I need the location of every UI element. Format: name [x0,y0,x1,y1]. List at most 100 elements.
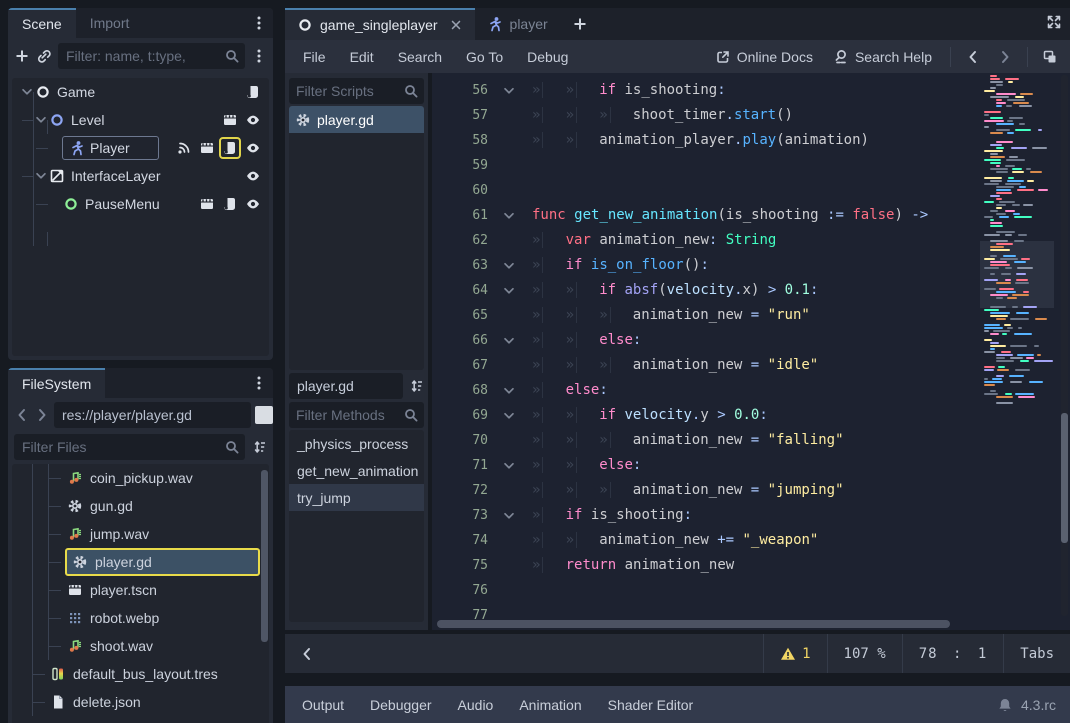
bottom-tab-shader-editor[interactable]: Shader Editor [595,697,707,713]
scene-tab-game_singleplayer[interactable]: game_singleplayer [285,8,475,40]
method-item-get_new_animation[interactable]: get_new_animation [289,457,424,484]
fold-arrow-icon[interactable] [502,278,532,303]
history-forward-icon[interactable] [34,407,50,423]
scene-tree-menu-icon[interactable] [251,48,267,64]
online-docs-button[interactable]: Online Docs [705,49,823,65]
method-item-_physics_process[interactable]: _physics_process [289,430,424,457]
fold-arrow-icon[interactable] [502,203,532,228]
scene-dock-menu-icon[interactable] [251,15,267,31]
fold-arrow-icon[interactable] [502,328,532,353]
eye-icon[interactable] [245,168,261,184]
file-row[interactable]: robot.webp [12,604,269,632]
file-filter-input[interactable] [14,434,245,460]
methods-list[interactable]: _physics_processget_new_animationtry_jum… [289,430,424,622]
minimap-bar [1005,267,1011,269]
bottom-tab-audio[interactable]: Audio [445,697,507,713]
script-history-forward-icon[interactable] [991,49,1019,65]
fold-arrow-icon[interactable] [502,253,532,278]
scene-filter-input[interactable] [58,43,245,69]
clapper-icon[interactable] [199,140,215,156]
indent-type-cell[interactable]: Tabs [1003,634,1070,673]
file-row[interactable]: coin_pickup.wav [12,464,269,492]
code-minimap[interactable] [982,75,1058,415]
scene-tree-row[interactable]: Game [12,78,269,106]
tab-import[interactable]: Import [76,8,144,38]
script-history-back-icon[interactable] [959,49,987,65]
distraction-free-icon[interactable] [1046,14,1062,30]
file-row[interactable]: jump.wav [12,520,269,548]
file-row[interactable]: default_bus_layout.tres [12,660,269,688]
scene-tree[interactable]: Game Level PlayerInterfaceLayerPauseMenu [12,78,269,356]
collapse-arrow-icon[interactable] [34,113,48,127]
menu-file[interactable]: File [291,49,338,65]
horizontal-scrollbar[interactable] [434,620,1054,628]
fold-arrow-icon[interactable] [502,403,532,428]
bottom-tab-output[interactable]: Output [289,697,357,713]
clapper-icon[interactable] [222,112,238,128]
fold-arrow-icon[interactable] [502,78,532,103]
fold-arrow-icon[interactable] [502,453,532,478]
add-node-button[interactable] [14,48,30,64]
toggle-split-mode-button[interactable] [255,406,273,424]
fold-arrow-icon[interactable] [502,378,532,403]
scene-tree-row[interactable]: InterfaceLayer [12,162,269,190]
current-script-box[interactable]: player.gd [289,373,403,399]
tab-filesystem[interactable]: FileSystem [8,368,105,398]
horizontal-scroll-thumb[interactable] [437,620,950,628]
warnings-cell[interactable]: 1 [763,634,826,673]
vertical-scrollbar[interactable] [1061,75,1068,616]
script-list-item[interactable]: player.gd [289,106,424,133]
fold-spacer [502,153,532,178]
scripts-list[interactable]: player.gd [289,106,424,370]
menu-edit[interactable]: Edit [338,49,386,65]
file-row[interactable]: player.tscn [12,576,269,604]
search-help-button[interactable]: Search Help [823,49,942,65]
menu-go-to[interactable]: Go To [454,49,515,65]
script-icon[interactable] [222,140,238,156]
collapse-arrow-icon[interactable] [20,85,34,99]
add-scene-tab-button[interactable] [560,8,600,40]
scene-tree-row[interactable]: PauseMenu [12,190,269,218]
file-row[interactable]: delete.json [12,688,269,716]
code-token: var [566,228,600,253]
file-sort-icon[interactable] [251,439,267,455]
script-icon[interactable] [245,84,261,100]
clapper-icon[interactable] [199,196,215,212]
selected-file-row[interactable]: player.gd [66,549,259,575]
make-floating-icon[interactable] [1036,49,1064,65]
node-rename-input[interactable]: Player [62,136,159,160]
menu-debug[interactable]: Debug [515,49,580,65]
minimap-bar [984,288,996,290]
method-item-try_jump[interactable]: try_jump [289,484,424,511]
eye-icon[interactable] [245,196,261,212]
file-row[interactable]: player.gd [12,548,269,576]
tab-scene[interactable]: Scene [8,8,76,38]
bottom-tab-debugger[interactable]: Debugger [357,697,445,713]
code-editor[interactable]: 56»»if is_shooting:57»»»shoot_timer.star… [432,73,1070,630]
fold-arrow-icon[interactable] [502,503,532,528]
file-tree[interactable]: coin_pickup.wavgun.gdjump.wavplayer.gdpl… [12,464,269,723]
zoom-cell[interactable]: 107 % [827,634,902,673]
node-name: Level [71,112,104,128]
panel-collapse-icon[interactable] [299,646,315,662]
instance-scene-button[interactable] [36,48,52,64]
script-icon[interactable] [222,196,238,212]
close-icon[interactable] [449,18,463,32]
file-row[interactable]: gun.gd [12,492,269,520]
vertical-scroll-thumb[interactable] [1061,413,1068,543]
menu-search[interactable]: Search [386,49,454,65]
signal-icon[interactable] [176,140,192,156]
notification-bell-icon[interactable] [997,697,1013,713]
filesystem-dock-menu-icon[interactable] [251,375,267,391]
file-row[interactable]: shoot.wav [12,632,269,660]
collapse-arrow-icon[interactable] [34,169,48,183]
eye-icon[interactable] [245,140,261,156]
scene-tree-row[interactable]: Level [12,106,269,134]
history-back-icon[interactable] [14,407,30,423]
scene-tab-player[interactable]: player [475,8,560,40]
script-sort-icon[interactable] [408,378,424,394]
eye-icon[interactable] [245,112,261,128]
bottom-tab-animation[interactable]: Animation [506,697,594,713]
scene-tree-row[interactable]: Player [12,134,269,162]
resource-path-input[interactable] [54,402,251,428]
